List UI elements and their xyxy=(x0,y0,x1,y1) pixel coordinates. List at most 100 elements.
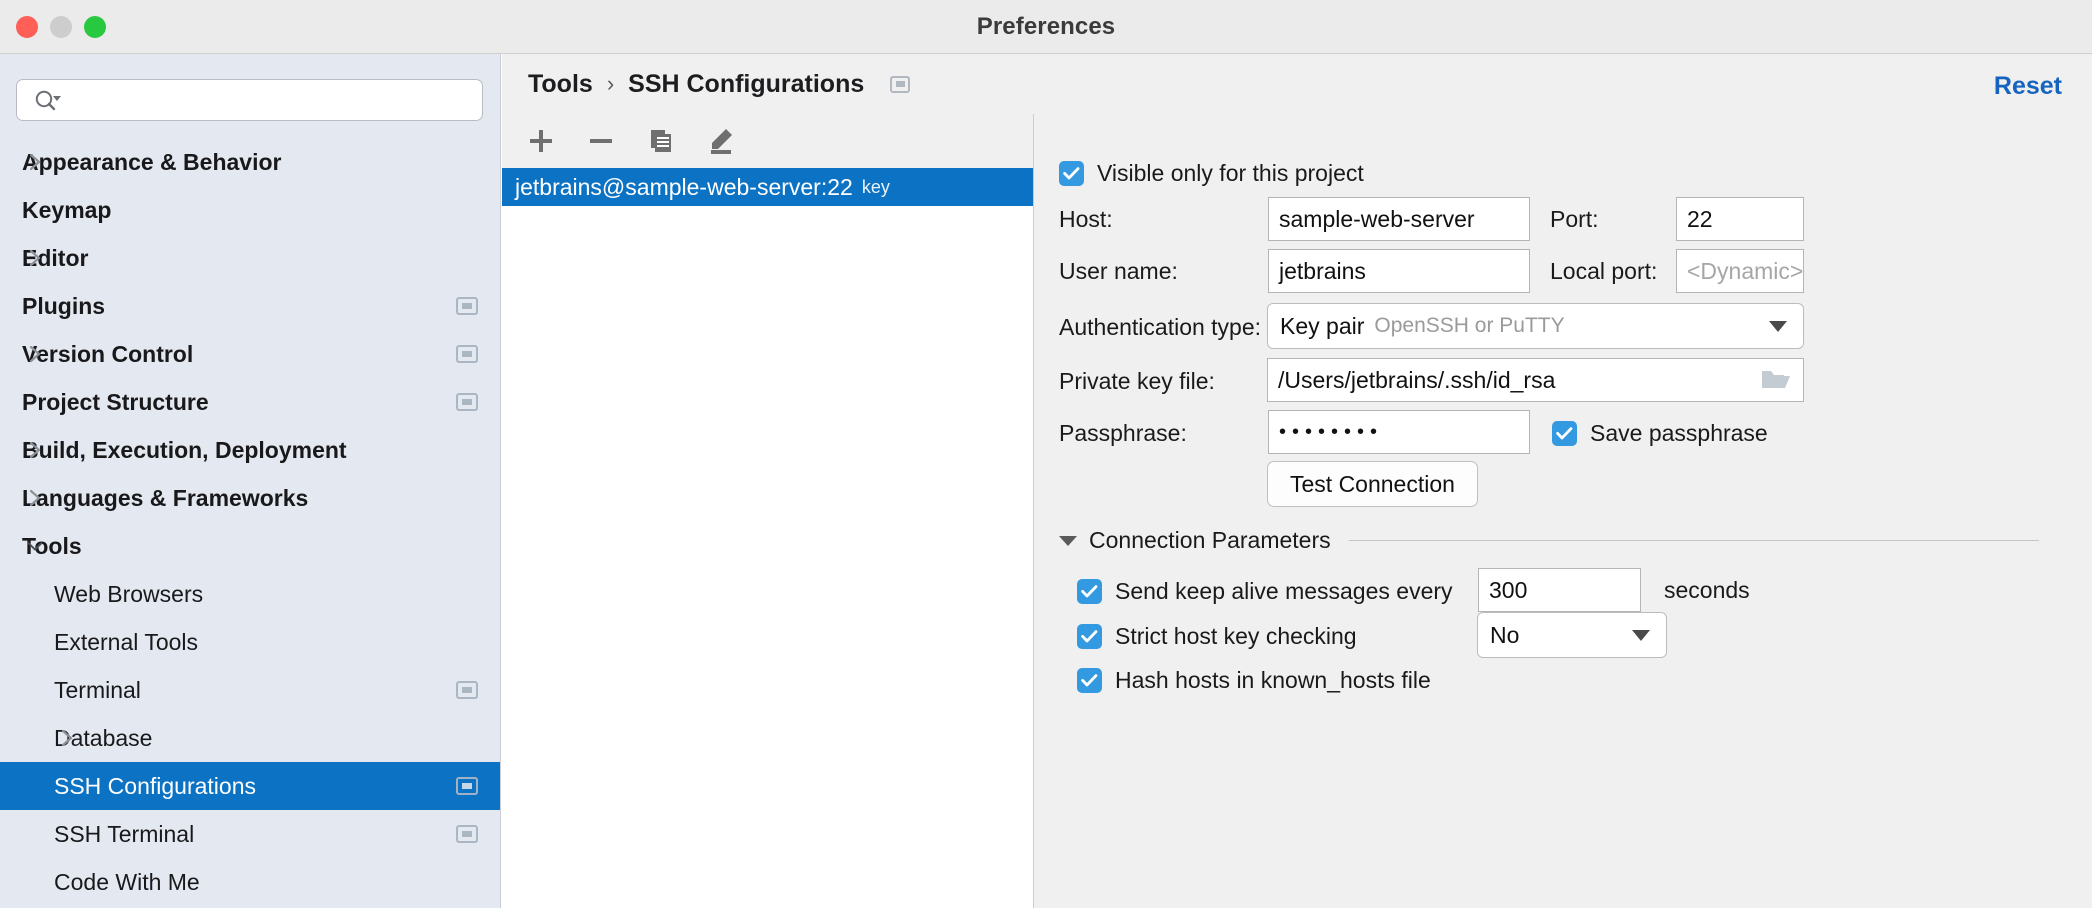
auth-type-label-wrap: Authentication type: xyxy=(1059,314,1261,341)
auth-type-value: Key pair xyxy=(1280,313,1364,340)
sidebar-item-label: Terminal xyxy=(54,677,141,704)
hash-hosts-row: Hash hosts in known_hosts file xyxy=(1077,667,1431,694)
save-passphrase-label: Save passphrase xyxy=(1590,420,1768,447)
sidebar-item-terminal[interactable]: Terminal xyxy=(0,666,500,714)
sidebar-item-editor[interactable]: Editor xyxy=(0,234,500,282)
sidebar-item-label: Languages & Frameworks xyxy=(22,485,308,512)
hash-hosts-checkbox[interactable] xyxy=(1077,668,1102,693)
settings-sidebar: Appearance & Behavior KeymapEditor Plugins… xyxy=(0,54,501,908)
project-scope-icon xyxy=(456,393,478,411)
keep-alive-label: Send keep alive messages every xyxy=(1115,578,1453,605)
sidebar-item-project-structure[interactable]: Project Structure xyxy=(0,378,500,426)
sidebar-item-label: External Tools xyxy=(54,629,198,656)
project-scope-icon xyxy=(456,825,478,843)
sidebar-item-label: Appearance & Behavior xyxy=(22,149,281,176)
settings-tree: Appearance & Behavior KeymapEditor Plugins… xyxy=(0,138,500,906)
strict-host-key-select[interactable]: No xyxy=(1477,612,1667,658)
keep-alive-input[interactable]: 300 xyxy=(1478,568,1641,612)
sidebar-item-external-tools[interactable]: External Tools xyxy=(0,618,500,666)
connection-parameters-header: Connection Parameters xyxy=(1059,527,2069,554)
host-input[interactable]: sample-web-server xyxy=(1268,197,1530,241)
chevron-right-icon[interactable] xyxy=(26,153,44,171)
page-title: SSH Configurations xyxy=(628,70,864,99)
port-input[interactable]: 22 xyxy=(1676,197,1804,241)
project-scope-icon xyxy=(456,777,478,795)
remove-button[interactable] xyxy=(582,122,620,160)
sidebar-item-label: Project Structure xyxy=(22,389,209,416)
local-port-input[interactable]: <Dynamic> xyxy=(1676,249,1804,293)
test-connection-button[interactable]: Test Connection xyxy=(1267,461,1478,507)
keep-alive-checkbox[interactable] xyxy=(1077,579,1102,604)
username-input[interactable]: jetbrains xyxy=(1268,249,1530,293)
sidebar-item-ssh-configurations[interactable]: SSH Configurations xyxy=(0,762,500,810)
sidebar-item-code-with-me[interactable]: Code With Me xyxy=(0,858,500,906)
chevron-right-icon[interactable] xyxy=(26,489,44,507)
strict-host-key-value: No xyxy=(1490,622,1519,649)
chevron-down-icon[interactable] xyxy=(1059,536,1077,546)
port-label: Port: xyxy=(1550,206,1599,233)
chevron-right-icon[interactable] xyxy=(26,345,44,363)
sidebar-item-build-execution-deployment[interactable]: Build, Execution, Deployment xyxy=(0,426,500,474)
project-scope-icon xyxy=(456,345,478,363)
auth-type-select[interactable]: Key pair OpenSSH or PuTTY xyxy=(1267,303,1804,349)
ssh-config-list-panel: jetbrains@sample-web-server:22key xyxy=(502,114,1034,908)
sidebar-item-database[interactable]: Database xyxy=(0,714,500,762)
chevron-right-icon[interactable] xyxy=(58,729,76,747)
chevron-right-icon[interactable] xyxy=(26,441,44,459)
port-label-wrap: Port: xyxy=(1550,206,1599,233)
chevron-down-icon[interactable] xyxy=(26,537,44,555)
auth-type-hint: OpenSSH or PuTTY xyxy=(1374,314,1564,338)
private-key-input[interactable]: /Users/jetbrains/.ssh/id_rsa xyxy=(1267,358,1804,402)
strict-host-key-label: Strict host key checking xyxy=(1115,623,1357,650)
pencil-icon[interactable] xyxy=(702,122,740,160)
sidebar-item-plugins[interactable]: Plugins xyxy=(0,282,500,330)
sidebar-item-web-browsers[interactable]: Web Browsers xyxy=(0,570,500,618)
titlebar: Preferences xyxy=(0,0,2092,54)
sidebar-item-ssh-terminal[interactable]: SSH Terminal xyxy=(0,810,500,858)
sidebar-item-languages-frameworks[interactable]: Languages & Frameworks xyxy=(0,474,500,522)
add-button[interactable] xyxy=(522,122,560,160)
sidebar-item-version-control[interactable]: Version Control xyxy=(0,330,500,378)
sidebar-item-keymap[interactable]: Keymap xyxy=(0,186,500,234)
host-label-wrap: Host: xyxy=(1059,206,1113,233)
search-wrapper xyxy=(16,79,483,121)
passphrase-input[interactable]: •••••••• xyxy=(1279,421,1383,444)
content-area: Tools › SSH Configurations Reset xyxy=(502,54,2092,908)
ssh-config-list-item[interactable]: jetbrains@sample-web-server:22key xyxy=(502,168,1033,206)
local-port-label: Local port: xyxy=(1550,258,1657,285)
save-passphrase-row: Save passphrase xyxy=(1552,420,1768,447)
section-divider xyxy=(1349,540,2039,541)
ssh-config-form: Visible only for this project Host: samp… xyxy=(1035,114,2092,908)
ssh-config-auth-suffix: key xyxy=(862,177,890,198)
chevron-right-icon[interactable] xyxy=(26,249,44,267)
private-key-label-wrap: Private key file: xyxy=(1059,368,1215,395)
auth-type-label: Authentication type: xyxy=(1059,314,1261,341)
search-input[interactable] xyxy=(16,79,483,121)
keep-alive-row: Send keep alive messages every xyxy=(1077,578,1453,605)
sidebar-item-label: Version Control xyxy=(22,341,193,368)
local-port-label-wrap: Local port: xyxy=(1550,258,1657,285)
connection-parameters-title: Connection Parameters xyxy=(1089,527,1331,554)
strict-host-key-checkbox[interactable] xyxy=(1077,624,1102,649)
preferences-window: Preferences Appearance & BehaviorKeymapE… xyxy=(0,0,2092,908)
sidebar-item-label: Plugins xyxy=(22,293,105,320)
sidebar-item-tools[interactable]: Tools xyxy=(0,522,500,570)
copy-icon[interactable] xyxy=(642,122,680,160)
folder-icon[interactable] xyxy=(1760,366,1792,397)
ssh-config-list: jetbrains@sample-web-server:22key xyxy=(502,168,1033,908)
window-title: Preferences xyxy=(0,13,2092,41)
passphrase-label: Passphrase: xyxy=(1059,420,1187,447)
sidebar-item-label: SSH Terminal xyxy=(54,821,194,848)
project-scope-icon xyxy=(890,76,910,93)
sidebar-item-appearance-behavior[interactable]: Appearance & Behavior xyxy=(0,138,500,186)
visible-only-checkbox[interactable] xyxy=(1059,161,1084,186)
project-scope-icon xyxy=(456,297,478,315)
breadcrumb-parent[interactable]: Tools xyxy=(528,70,593,99)
reset-button[interactable]: Reset xyxy=(1994,72,2062,101)
save-passphrase-checkbox[interactable] xyxy=(1552,421,1577,446)
sidebar-item-label: Web Browsers xyxy=(54,581,203,608)
host-label: Host: xyxy=(1059,206,1113,233)
breadcrumb-separator: › xyxy=(607,71,614,97)
strict-host-key-row: Strict host key checking xyxy=(1077,623,1357,650)
username-label: User name: xyxy=(1059,258,1178,285)
